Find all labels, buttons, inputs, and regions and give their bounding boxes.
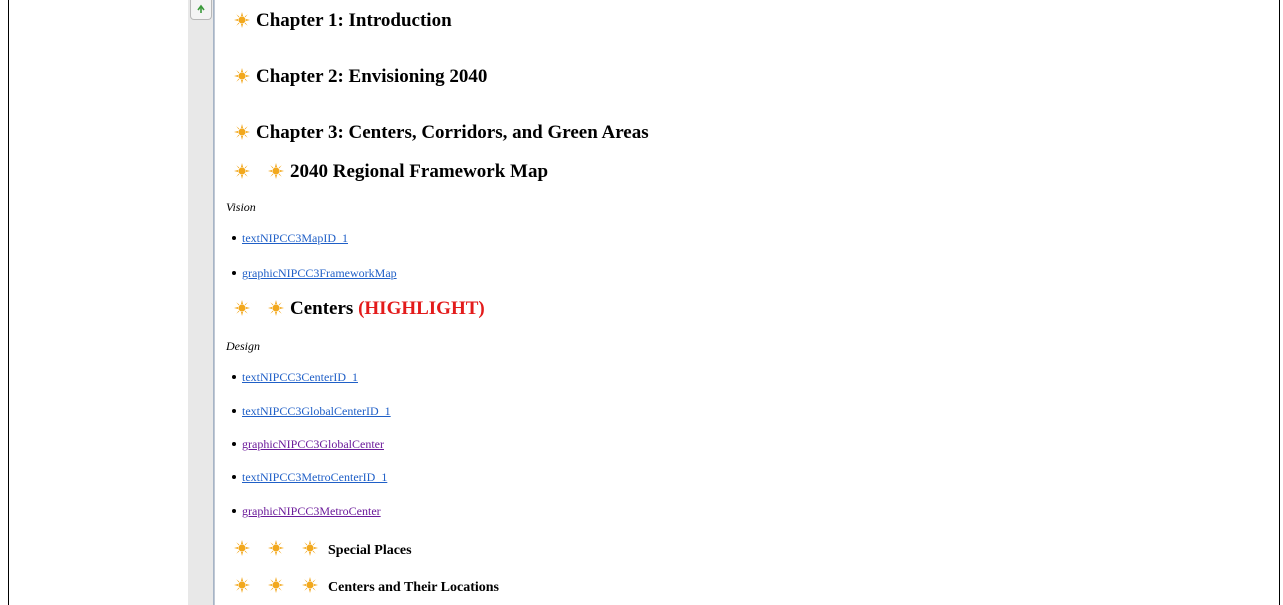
framework-link[interactable]: graphicNIPCC3FrameworkMap: [242, 266, 397, 280]
chapter-1-title: Chapter 1: Introduction: [256, 10, 452, 31]
sun-icon: [234, 124, 250, 140]
centers-heading[interactable]: Centers (HIGHLIGHT): [234, 298, 485, 320]
sun-icon: [234, 300, 250, 316]
centers-locations-title: Centers and Their Locations: [328, 580, 499, 595]
sun-icon: [268, 540, 284, 556]
sun-icon: [268, 163, 284, 179]
chapter-3-heading[interactable]: Chapter 3: Centers, Corridors, and Green…: [234, 122, 649, 144]
centers-link[interactable]: textNIPCC3MetroCenterID_1: [242, 470, 387, 484]
design-label: Design: [226, 339, 260, 353]
framework-link[interactable]: textNIPCC3MapID_1: [242, 231, 348, 245]
chapter-3-title: Chapter 3: Centers, Corridors, and Green…: [256, 122, 649, 143]
sun-icon: [234, 12, 250, 28]
centers-locations-heading[interactable]: Centers and Their Locations: [234, 577, 499, 596]
chapter-2-heading[interactable]: Chapter 2: Envisioning 2040: [234, 66, 487, 88]
list-item: graphicNIPCC3FrameworkMap: [232, 266, 397, 281]
centers-link[interactable]: textNIPCC3CenterID_1: [242, 370, 358, 384]
list-item: textNIPCC3GlobalCenterID_1: [232, 404, 391, 419]
sidebar-gutter: [188, 0, 215, 605]
sun-icon: [234, 577, 250, 593]
sun-icon: [268, 300, 284, 316]
gutter-divider: [213, 0, 214, 605]
sun-icon: [302, 540, 318, 556]
refresh-icon: [196, 1, 206, 19]
list-item: textNIPCC3CenterID_1: [232, 370, 358, 385]
special-places-title: Special Places: [328, 543, 412, 558]
centers-link[interactable]: graphicNIPCC3GlobalCenter: [242, 437, 384, 451]
sun-icon: [234, 68, 250, 84]
framework-map-heading[interactable]: 2040 Regional Framework Map: [234, 161, 548, 183]
list-item: textNIPCC3MetroCenterID_1: [232, 470, 387, 485]
chapter-2-title: Chapter 2: Envisioning 2040: [256, 66, 488, 87]
sun-icon: [302, 577, 318, 593]
sun-icon: [268, 577, 284, 593]
chapter-1-heading[interactable]: Chapter 1: Introduction: [234, 10, 452, 32]
sun-icon: [234, 540, 250, 556]
vision-label: Vision: [226, 200, 256, 214]
list-item: graphicNIPCC3MetroCenter: [232, 504, 381, 519]
centers-link[interactable]: graphicNIPCC3MetroCenter: [242, 504, 381, 518]
sun-icon: [234, 163, 250, 179]
framework-map-title: 2040 Regional Framework Map: [290, 161, 549, 182]
special-places-heading[interactable]: Special Places: [234, 540, 412, 559]
list-item: graphicNIPCC3GlobalCenter: [232, 437, 384, 452]
refresh-button[interactable]: [190, 0, 212, 20]
list-item: textNIPCC3MapID_1: [232, 231, 348, 246]
centers-title: Centers: [290, 298, 354, 319]
highlight-tag: (HIGHLIGHT): [358, 298, 485, 319]
centers-link[interactable]: textNIPCC3GlobalCenterID_1: [242, 404, 391, 418]
